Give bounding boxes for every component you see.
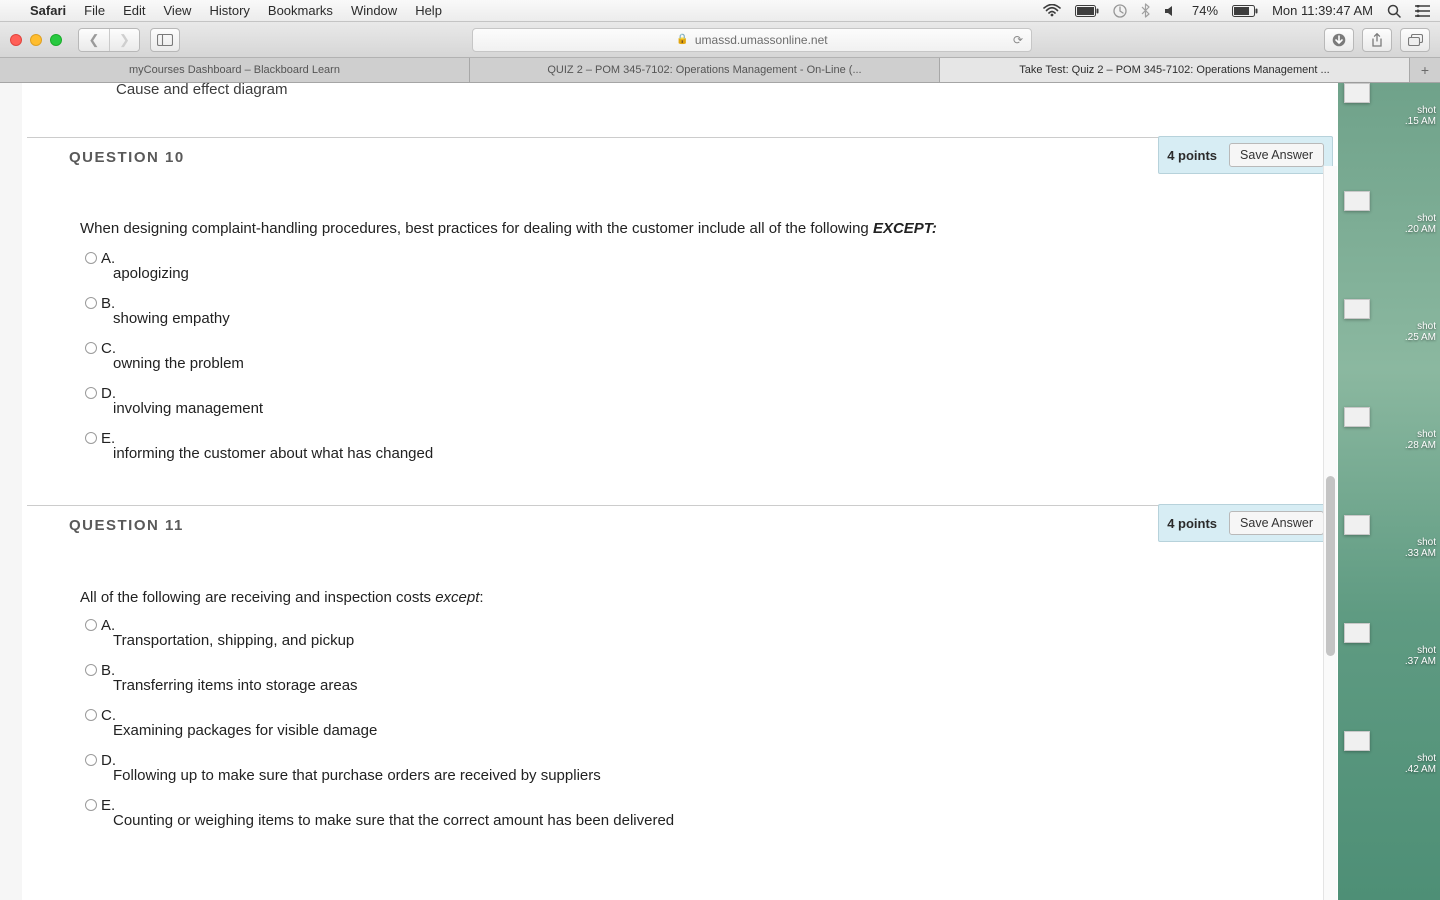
- share-button[interactable]: [1362, 28, 1392, 52]
- browser-tab[interactable]: QUIZ 2 – POM 345-7102: Operations Manage…: [470, 58, 940, 82]
- q10-option-e[interactable]: E. informing the customer about what has…: [85, 431, 1280, 462]
- points-label: 4 points: [1167, 148, 1217, 163]
- radio-q10-b[interactable]: [85, 297, 97, 309]
- address-bar[interactable]: 🔒 umassd.umassonline.net ⟳: [472, 28, 1032, 52]
- points-label: 4 points: [1167, 516, 1217, 531]
- tab-strip: myCourses Dashboard – Blackboard Learn Q…: [0, 58, 1440, 83]
- question-controls: 4 points Save Answer: [1158, 136, 1333, 174]
- menubar-item[interactable]: Help: [415, 3, 442, 18]
- window-controls: [10, 34, 62, 46]
- radio-q11-a[interactable]: [85, 619, 97, 631]
- file-thumb-icon: [1344, 407, 1370, 427]
- minimize-window-button[interactable]: [30, 34, 42, 46]
- reload-button[interactable]: ⟳: [1013, 33, 1023, 47]
- menubar-clock[interactable]: Mon 11:39:47 AM: [1272, 3, 1373, 18]
- volume-icon[interactable]: [1164, 5, 1178, 17]
- lock-icon: 🔒: [676, 34, 688, 45]
- desktop-sliver: shot.15 AM shot.20 AM shot.25 AM shot.28…: [1338, 83, 1440, 900]
- file-thumb-icon: [1344, 731, 1370, 751]
- q11-option-a[interactable]: A. Transportation, shipping, and pickup: [85, 618, 1280, 649]
- browser-tab-active[interactable]: Take Test: Quiz 2 – POM 345-7102: Operat…: [940, 58, 1410, 82]
- q11-option-c[interactable]: C. Examining packages for visible damage: [85, 708, 1280, 739]
- radio-q11-c[interactable]: [85, 709, 97, 721]
- radio-q10-d[interactable]: [85, 387, 97, 399]
- prev-question-fragment: Cause and effect diagram: [116, 83, 288, 98]
- question-controls: 4 points Save Answer: [1158, 504, 1333, 542]
- timemachine-icon[interactable]: [1113, 4, 1127, 18]
- question-title: QUESTION 10: [27, 149, 185, 166]
- radio-q11-b[interactable]: [85, 664, 97, 676]
- mac-menubar: Safari File Edit View History Bookmarks …: [0, 0, 1440, 22]
- safari-toolbar: ❮ ❯ 🔒 umassd.umassonline.net ⟳: [0, 22, 1440, 58]
- radio-q11-e[interactable]: [85, 799, 97, 811]
- battery-status-icon[interactable]: [1075, 5, 1099, 17]
- zoom-window-button[interactable]: [50, 34, 62, 46]
- url-host: umassd.umassonline.net: [695, 33, 828, 47]
- page-viewport: Cause and effect diagram QUESTION 10 4 p…: [0, 83, 1440, 900]
- q10-option-a[interactable]: A. apologizing: [85, 251, 1280, 282]
- forward-button[interactable]: ❯: [109, 29, 139, 51]
- back-button[interactable]: ❮: [79, 29, 109, 51]
- menubar-item[interactable]: File: [84, 3, 105, 18]
- browser-tab[interactable]: myCourses Dashboard – Blackboard Learn: [0, 58, 470, 82]
- battery-percent: 74%: [1192, 3, 1218, 18]
- file-thumb-icon: [1344, 299, 1370, 319]
- radio-q11-d[interactable]: [85, 754, 97, 766]
- q10-option-b[interactable]: B. showing empathy: [85, 296, 1280, 327]
- vertical-scrollbar[interactable]: [1323, 166, 1337, 900]
- question-10-prompt: When designing complaint-handling proced…: [80, 219, 1280, 239]
- notification-center-icon[interactable]: [1415, 5, 1430, 17]
- radio-q10-e[interactable]: [85, 432, 97, 444]
- q11-option-b[interactable]: B. Transferring items into storage areas: [85, 663, 1280, 694]
- question-title: QUESTION 11: [27, 517, 184, 534]
- save-answer-button[interactable]: Save Answer: [1229, 143, 1324, 167]
- new-tab-button[interactable]: +: [1410, 58, 1440, 82]
- scrollbar-thumb[interactable]: [1326, 476, 1335, 656]
- spotlight-icon[interactable]: [1387, 4, 1401, 18]
- file-thumb-icon: [1344, 623, 1370, 643]
- question-11-prompt: All of the following are receiving and i…: [80, 588, 1280, 608]
- q10-option-d[interactable]: D. involving management: [85, 386, 1280, 417]
- q11-option-e[interactable]: E. Counting or weighing items to make su…: [85, 798, 1280, 829]
- radio-q10-c[interactable]: [85, 342, 97, 354]
- menubar-item[interactable]: Bookmarks: [268, 3, 333, 18]
- question-10-header: QUESTION 10 4 points Save Answer: [27, 137, 1333, 177]
- battery-icon[interactable]: [1232, 5, 1258, 17]
- q11-option-d[interactable]: D. Following up to make sure that purcha…: [85, 753, 1280, 784]
- menubar-item[interactable]: View: [164, 3, 192, 18]
- file-thumb-icon: [1344, 515, 1370, 535]
- downloads-button[interactable]: [1324, 28, 1354, 52]
- file-thumb-icon: [1344, 83, 1370, 103]
- bluetooth-icon[interactable]: [1141, 3, 1150, 18]
- menubar-item[interactable]: History: [209, 3, 249, 18]
- menubar-item[interactable]: Window: [351, 3, 397, 18]
- nav-back-forward: ❮ ❯: [78, 28, 140, 52]
- radio-q10-a[interactable]: [85, 252, 97, 264]
- q10-option-c[interactable]: C. owning the problem: [85, 341, 1280, 372]
- wifi-icon[interactable]: [1043, 4, 1061, 17]
- save-answer-button[interactable]: Save Answer: [1229, 511, 1324, 535]
- close-window-button[interactable]: [10, 34, 22, 46]
- menubar-app[interactable]: Safari: [30, 3, 66, 18]
- sidebar-toggle-button[interactable]: [150, 28, 180, 52]
- menubar-item[interactable]: Edit: [123, 3, 145, 18]
- question-11-header: QUESTION 11 4 points Save Answer: [27, 505, 1333, 545]
- file-thumb-icon: [1344, 191, 1370, 211]
- tabs-overview-button[interactable]: [1400, 28, 1430, 52]
